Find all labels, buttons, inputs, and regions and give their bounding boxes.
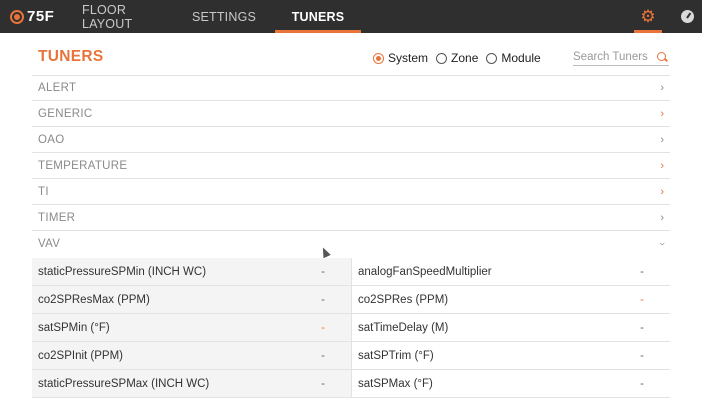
chevron-down-icon: › xyxy=(656,242,669,246)
tuner-label: satSPTrim (°F) xyxy=(358,349,434,362)
scope-radio-group: System Zone Module xyxy=(373,51,549,65)
tuner-label: satSPMax (°F) xyxy=(358,377,433,390)
tuner-category-list: ALERT › GENERIC › OAO › TEMPERATURE › TI… xyxy=(32,75,670,257)
vav-tuner-grid: staticPressureSPMin (INCH WC) - analogFa… xyxy=(32,258,670,398)
radio-system-label: System xyxy=(388,51,429,65)
search-input[interactable] xyxy=(573,50,653,63)
tuner-cell[interactable]: co2SPResMax (PPM) - xyxy=(32,286,351,314)
category-label: ALERT xyxy=(38,82,77,94)
radio-module[interactable]: Module xyxy=(486,51,541,65)
radio-unselected-icon xyxy=(436,52,448,64)
tuner-label: satSPMin (°F) xyxy=(38,321,110,334)
gauge-icon xyxy=(680,10,694,23)
category-label: TI xyxy=(38,185,49,198)
category-timer[interactable]: TIMER › xyxy=(32,205,670,231)
tuner-value[interactable]: - xyxy=(640,378,644,390)
category-generic[interactable]: GENERIC › xyxy=(32,101,670,127)
category-alert[interactable]: ALERT › xyxy=(32,75,670,101)
category-oao[interactable]: OAO › xyxy=(32,127,670,153)
logo-icon xyxy=(10,9,24,24)
category-label: GENERIC xyxy=(38,107,93,120)
category-label: TEMPERATURE xyxy=(38,159,128,172)
table-row: staticPressureSPMin (INCH WC) - analogFa… xyxy=(32,258,670,286)
logo-text: 75F xyxy=(27,8,55,25)
radio-system[interactable]: System xyxy=(373,51,428,65)
gear-button[interactable]: ⚙ xyxy=(632,0,664,33)
chevron-right-icon: › xyxy=(660,159,664,172)
category-label: TIMER xyxy=(38,211,76,224)
radio-selected-icon xyxy=(373,52,384,64)
category-temperature[interactable]: TEMPERATURE › xyxy=(32,153,670,179)
category-label: OAO xyxy=(38,133,65,146)
tuner-cell[interactable]: staticPressureSPMax (INCH WC) - xyxy=(32,370,351,398)
chevron-right-icon: › xyxy=(660,211,664,224)
tab-floor-layout[interactable]: FLOOR LAYOUT xyxy=(82,0,178,33)
radio-zone-label: Zone xyxy=(451,51,479,65)
tuner-cell[interactable]: satSPTrim (°F) - xyxy=(351,342,670,370)
tuner-label: co2SPResMax (PPM) xyxy=(38,293,150,306)
radio-module-label: Module xyxy=(501,51,541,65)
tuner-value[interactable]: - xyxy=(321,294,325,306)
tuner-value[interactable]: - xyxy=(640,322,644,334)
tuner-label: staticPressureSPMin (INCH WC) xyxy=(38,265,207,278)
tuner-cell[interactable]: satTimeDelay (M) - xyxy=(351,314,670,342)
search-icon[interactable] xyxy=(657,52,666,61)
tuner-cell[interactable]: analogFanSpeedMultiplier - xyxy=(351,258,670,286)
tuner-label: co2SPRes (PPM) xyxy=(358,293,449,306)
tuner-value[interactable]: - xyxy=(321,378,325,390)
tuner-value[interactable]: - xyxy=(640,350,644,362)
chevron-right-icon: › xyxy=(660,133,664,146)
category-ti[interactable]: TI › xyxy=(32,179,670,205)
chevron-right-icon: › xyxy=(660,185,664,198)
tuner-label: satTimeDelay (M) xyxy=(358,321,449,334)
tuner-label: staticPressureSPMax (INCH WC) xyxy=(38,377,210,390)
tuner-cell[interactable]: co2SPInit (PPM) - xyxy=(32,342,351,370)
top-nav-bar: 75F FLOOR LAYOUT SETTINGS TUNERS ⚙ xyxy=(0,0,702,33)
table-row: staticPressureSPMax (INCH WC) - satSPMax… xyxy=(32,370,670,398)
search-box xyxy=(573,48,669,66)
tuner-cell[interactable]: satSPMin (°F) - xyxy=(32,314,351,342)
tab-settings[interactable]: SETTINGS xyxy=(188,0,260,33)
page-title: TUNERS xyxy=(38,48,104,65)
tuner-value[interactable]: - xyxy=(321,266,325,278)
gear-icon: ⚙ xyxy=(640,6,656,26)
tuner-value[interactable]: - xyxy=(640,266,644,278)
tab-tuners[interactable]: TUNERS xyxy=(275,0,361,33)
dashboard-button[interactable] xyxy=(676,0,698,33)
radio-unselected-icon xyxy=(486,52,498,64)
chevron-right-icon: › xyxy=(660,82,664,94)
app-logo[interactable]: 75F xyxy=(10,8,72,25)
tuner-value[interactable]: - xyxy=(321,322,325,334)
tuner-value[interactable]: - xyxy=(640,294,644,306)
tuner-cell[interactable]: staticPressureSPMin (INCH WC) - xyxy=(32,258,351,286)
category-label: VAV xyxy=(38,238,61,250)
table-row: satSPMin (°F) - satTimeDelay (M) - xyxy=(32,314,670,342)
tuner-value[interactable]: - xyxy=(321,350,325,362)
radio-zone[interactable]: Zone xyxy=(436,51,478,65)
chevron-right-icon: › xyxy=(660,107,664,120)
table-row: co2SPResMax (PPM) - co2SPRes (PPM) - xyxy=(32,286,670,314)
tuner-cell[interactable]: co2SPRes (PPM) - xyxy=(351,286,670,314)
category-vav[interactable]: VAV › xyxy=(32,231,670,257)
tuner-label: co2SPInit (PPM) xyxy=(38,349,123,362)
tuner-cell[interactable]: satSPMax (°F) - xyxy=(351,370,670,398)
table-row: co2SPInit (PPM) - satSPTrim (°F) - xyxy=(32,342,670,370)
tuner-label: analogFanSpeedMultiplier xyxy=(358,265,492,278)
